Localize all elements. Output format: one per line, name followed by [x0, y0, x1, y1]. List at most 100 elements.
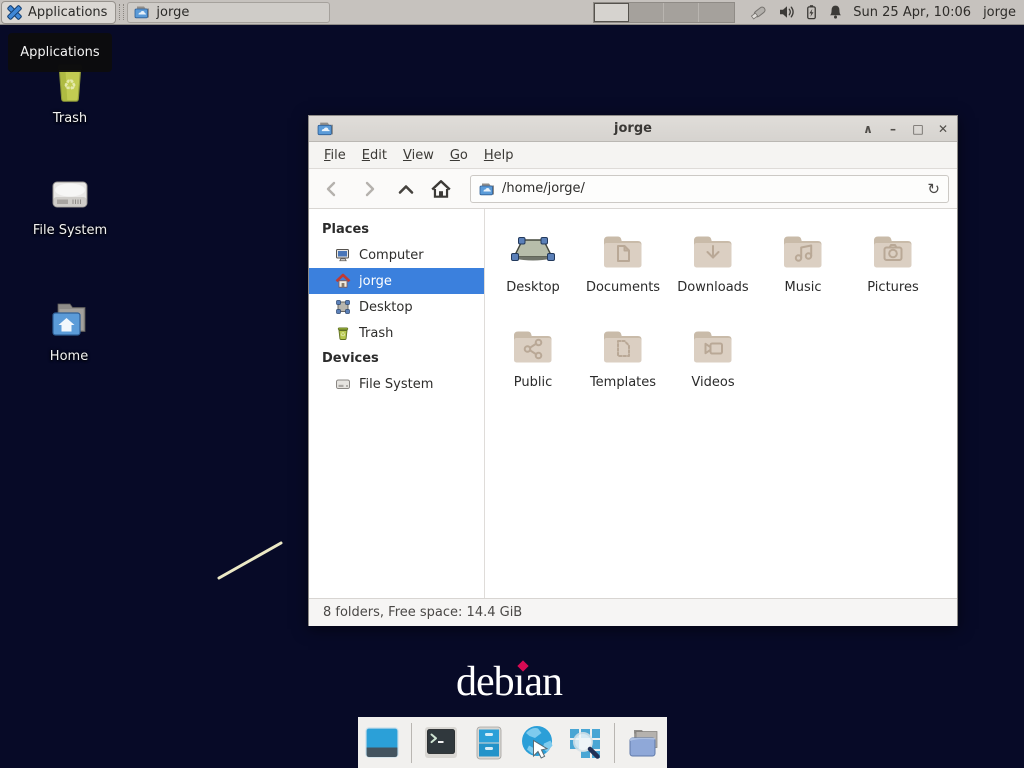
sidebar-item-jorge[interactable]: jorge	[309, 268, 484, 294]
debian-logo: debıan	[456, 658, 562, 706]
window-body: Places Computer jorge	[309, 209, 957, 598]
panel-clock[interactable]: Sun 25 Apr, 10:06	[853, 5, 971, 20]
sidebar-item-file-system[interactable]: File System	[309, 371, 484, 397]
svg-text:♻: ♻	[340, 332, 345, 339]
notifications-bell-icon[interactable]	[828, 4, 843, 20]
up-icon	[396, 179, 416, 199]
forward-button[interactable]	[354, 174, 384, 204]
workspace-2[interactable]	[629, 3, 664, 22]
applications-tooltip: Applications	[8, 33, 112, 72]
folder-desktop[interactable]: Desktop	[488, 227, 578, 322]
web-browser-globe-icon	[518, 724, 556, 762]
desktop-icon-file-system[interactable]: File System	[18, 170, 122, 238]
desktop-icon-home[interactable]: Home	[17, 296, 121, 364]
applications-tooltip-text: Applications	[20, 45, 99, 60]
sidebar-item-label: File System	[359, 377, 433, 392]
debian-logo-text: deb	[456, 659, 514, 705]
folder-label: Videos	[691, 375, 734, 390]
sidebar-item-computer[interactable]: Computer	[309, 242, 484, 268]
dock-terminal-button[interactable]	[422, 724, 460, 762]
folder-public[interactable]: Public	[488, 322, 578, 417]
top-panel: Applications jorge Su	[0, 0, 1024, 25]
folder-label: Desktop	[506, 280, 560, 295]
folder-label: Documents	[586, 280, 660, 295]
desktop-icon-label: Home	[50, 349, 88, 364]
path-bar[interactable]: /home/jorge/ ↻	[470, 175, 949, 203]
downloads-folder-icon	[689, 227, 737, 275]
debian-logo-text: an	[524, 659, 562, 705]
menu-view[interactable]: View	[396, 145, 441, 166]
desktop-icon-label: Trash	[53, 111, 87, 126]
menu-help[interactable]: Help	[477, 145, 521, 166]
pictures-folder-icon	[869, 227, 917, 275]
taskbar-folder-icon	[134, 4, 150, 20]
devices-header: Devices	[309, 346, 484, 371]
dock-show-desktop-button[interactable]	[363, 724, 401, 762]
close-button[interactable]: ✕	[935, 117, 951, 141]
sidebar-item-label: Computer	[359, 248, 424, 263]
folder-label: Public	[514, 375, 552, 390]
panel-user-menu[interactable]: jorge	[983, 5, 1016, 20]
folder-music[interactable]: Music	[758, 227, 848, 322]
workspace-3[interactable]	[664, 3, 699, 22]
applications-icon	[6, 4, 23, 21]
desktop-icon-label: File System	[33, 223, 107, 238]
trash-icon: ♻	[335, 325, 351, 341]
dock-web-browser-button[interactable]	[518, 724, 556, 762]
taskbar-window-button[interactable]: jorge	[127, 2, 330, 23]
folder-pictures[interactable]: Pictures	[848, 227, 938, 322]
workspace-4[interactable]	[699, 3, 734, 22]
menu-file[interactable]: File	[317, 145, 353, 166]
reload-icon[interactable]: ↻	[927, 180, 940, 198]
dock-folders-button[interactable]	[625, 724, 663, 762]
sidebar-item-trash[interactable]: ♻ Trash	[309, 320, 484, 346]
battery-icon[interactable]	[804, 4, 819, 21]
folder-label: Pictures	[867, 280, 918, 295]
shade-button[interactable]: ∧	[860, 117, 876, 141]
file-cabinet-icon	[470, 724, 508, 762]
dock-file-manager-button[interactable]	[470, 724, 508, 762]
system-tray	[749, 3, 843, 21]
file-manager-window: jorge ∧ – □ ✕ File Edit View Go Help	[308, 115, 958, 626]
folder-templates[interactable]: Templates	[578, 322, 668, 417]
folder-documents[interactable]: Documents	[578, 227, 668, 322]
minimize-button[interactable]: –	[885, 117, 901, 141]
workspace-1[interactable]	[594, 3, 629, 22]
volume-icon[interactable]	[778, 4, 795, 20]
folder-label: Music	[785, 280, 822, 295]
path-folder-icon	[479, 181, 495, 197]
window-controls: ∧ – □ ✕	[860, 117, 951, 141]
sidebar: Places Computer jorge	[309, 209, 485, 598]
bottom-dock	[358, 717, 667, 768]
forward-icon	[359, 179, 379, 199]
sidebar-item-label: Desktop	[359, 300, 413, 315]
menu-edit[interactable]: Edit	[355, 145, 394, 166]
panel-handle[interactable]	[119, 4, 124, 20]
folder-videos[interactable]: Videos	[668, 322, 758, 417]
hard-drive-icon	[335, 376, 351, 392]
back-button[interactable]	[317, 174, 347, 204]
window-titlebar[interactable]: jorge ∧ – □ ✕	[309, 116, 957, 142]
menu-go[interactable]: Go	[443, 145, 475, 166]
clipman-icon[interactable]	[749, 3, 769, 21]
applications-menu-button[interactable]: Applications	[1, 1, 116, 24]
desktop-folder-icon	[509, 227, 557, 275]
path-text: /home/jorge/	[502, 181, 920, 196]
folder-label: Downloads	[677, 280, 748, 295]
folder-view: Desktop Documents Downloads	[485, 209, 957, 598]
menubar: File Edit View Go Help	[309, 142, 957, 169]
home-folder-icon	[43, 296, 95, 344]
up-button[interactable]	[391, 174, 421, 204]
folders-icon	[625, 724, 663, 762]
folder-downloads[interactable]: Downloads	[668, 227, 758, 322]
hard-drive-icon	[44, 170, 96, 218]
desktop-icon	[335, 299, 351, 315]
sidebar-item-label: Trash	[359, 326, 393, 341]
maximize-button[interactable]: □	[910, 117, 926, 141]
home-icon	[430, 179, 452, 199]
sidebar-item-desktop[interactable]: Desktop	[309, 294, 484, 320]
dock-app-finder-button[interactable]	[566, 724, 604, 762]
public-folder-icon	[509, 322, 557, 370]
home-button[interactable]	[426, 174, 456, 204]
dock-separator	[411, 723, 412, 763]
